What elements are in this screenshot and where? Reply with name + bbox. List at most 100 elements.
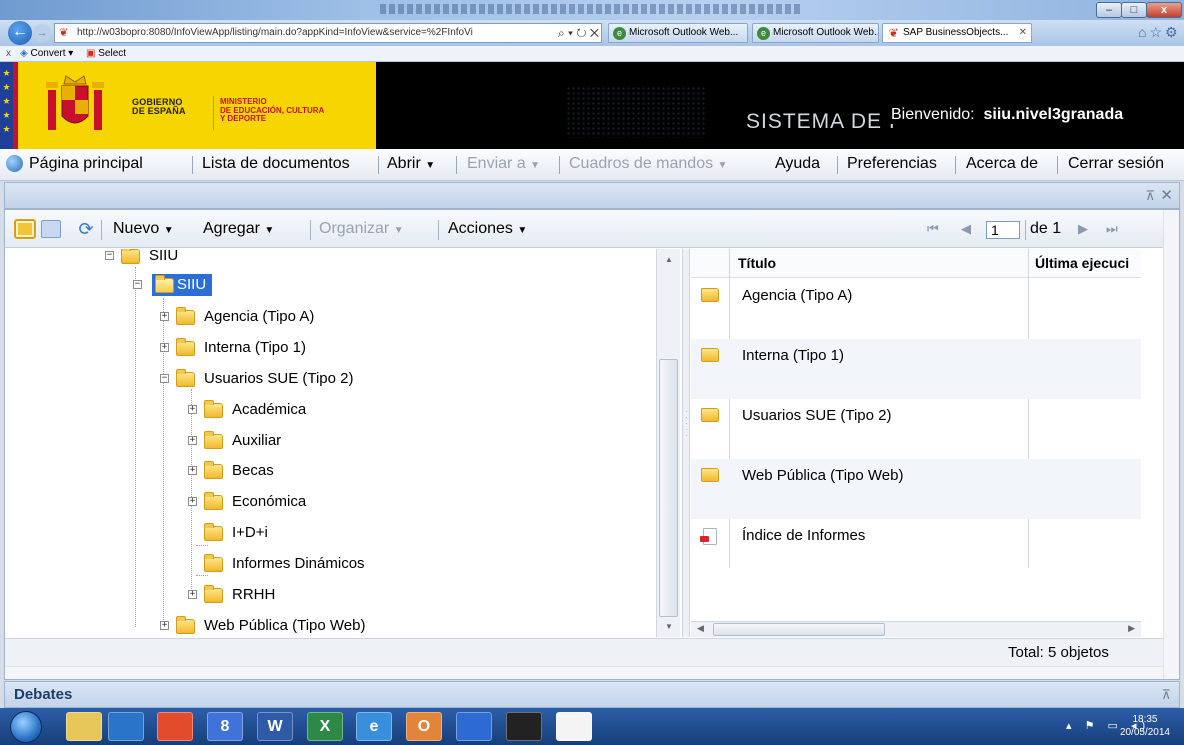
menu-abrir[interactable]: Abrir ▼ xyxy=(387,149,435,181)
select-button[interactable]: ▣ Select xyxy=(86,46,126,61)
menu-preferencias[interactable]: Preferencias xyxy=(847,149,937,179)
taskbar-ie-icon[interactable]: e xyxy=(356,712,392,741)
categories-view-icon[interactable] xyxy=(41,220,61,238)
acciones-menu[interactable]: Acciones ▼ xyxy=(448,210,527,250)
page-count: de 1 xyxy=(1030,220,1062,237)
tree-node-label: Informes Dinámicos xyxy=(232,555,365,572)
sap-favicon-icon: ❦ xyxy=(59,27,69,39)
address-bar[interactable]: ❦ http://w03bopro:8080/InfoViewApp/listi… xyxy=(54,23,602,43)
expand-icon[interactable]: + xyxy=(160,343,169,352)
browser-tab-sap[interactable]: ❦ SAP BusinessObjects... ✕ xyxy=(882,23,1032,43)
last-page-icon[interactable]: ⏭ xyxy=(1106,210,1118,248)
list-item[interactable]: Web Pública (Tipo Web) xyxy=(691,459,1141,519)
taskbar-spotify-icon[interactable] xyxy=(506,712,542,741)
scroll-right-icon[interactable]: ▶ xyxy=(1128,623,1135,634)
menu-abrir-label: Abrir xyxy=(387,155,421,172)
taskbar-explorer-icon[interactable] xyxy=(66,712,102,741)
toolbar-separator xyxy=(1025,220,1026,240)
minimize-button[interactable]: – xyxy=(1096,2,1122,18)
list-item-title[interactable]: Usuarios SUE (Tipo 2) xyxy=(742,407,892,424)
close-window-button[interactable]: x xyxy=(1146,2,1182,18)
list-horizontal-scrollbar[interactable]: ◀ ▶ xyxy=(691,621,1141,637)
taskbar-outlook-icon[interactable]: O xyxy=(406,712,442,741)
expand-icon[interactable]: + xyxy=(188,590,197,599)
close-tab-icon[interactable]: ✕ xyxy=(1019,24,1027,42)
folder-icon xyxy=(701,348,719,362)
menu-cerrar-sesion[interactable]: Cerrar sesión xyxy=(1068,149,1164,179)
expand-icon[interactable]: + xyxy=(188,436,197,445)
pin-icon[interactable]: ⊼ xyxy=(1161,687,1171,703)
browser-tab-outlook-2[interactable]: e Microsoft Outlook Web... xyxy=(752,23,879,43)
collapse-icon[interactable]: − xyxy=(160,374,169,383)
next-page-icon[interactable]: ▶ xyxy=(1078,210,1088,248)
workspace-vertical-scrollbar[interactable] xyxy=(1163,210,1179,679)
collapse-icon[interactable]: − xyxy=(133,280,142,289)
select-icon: ▣ xyxy=(86,48,96,59)
taskbar-acrobat-icon[interactable] xyxy=(556,712,592,741)
column-header-ultima-ejecucion[interactable]: Última ejecuci xyxy=(1035,249,1129,278)
clock[interactable]: 18:35 20/05/2014 xyxy=(1120,713,1170,739)
scroll-thumb[interactable] xyxy=(713,623,885,636)
list-item-title[interactable]: Interna (Tipo 1) xyxy=(742,347,844,364)
expand-icon[interactable]: + xyxy=(188,466,197,475)
scroll-down-icon[interactable]: ▼ xyxy=(665,622,673,631)
taskbar-chrome-icon[interactable] xyxy=(157,712,193,741)
open-folder-icon xyxy=(155,275,174,293)
list-item[interactable]: Interna (Tipo 1) xyxy=(691,339,1141,399)
pane-splitter[interactable]: · · · · · xyxy=(682,249,690,637)
scroll-thumb[interactable] xyxy=(659,359,678,617)
toolbar-separator xyxy=(310,220,311,240)
list-item[interactable]: Índice de Informes xyxy=(691,519,1141,579)
taskbar-word-icon[interactable]: W xyxy=(257,712,293,741)
folders-view-icon[interactable] xyxy=(14,219,36,239)
chevron-down-icon: ▼ xyxy=(163,225,174,236)
tree-scrollbar[interactable]: ▲ ▼ xyxy=(656,249,680,637)
expand-icon[interactable]: + xyxy=(160,621,169,630)
taskbar-app-8-icon[interactable]: 8 xyxy=(207,712,243,741)
expand-icon[interactable]: + xyxy=(188,405,197,414)
previous-page-icon[interactable]: ◀ xyxy=(961,210,971,248)
list-item[interactable]: Usuarios SUE (Tipo 2) xyxy=(691,399,1141,459)
back-button[interactable]: ← xyxy=(8,21,32,45)
list-item[interactable]: Agencia (Tipo A) xyxy=(691,279,1141,339)
address-controls[interactable]: ⌕ ▾ ↻ ✕ xyxy=(554,24,599,42)
menu-lista-de-documentos[interactable]: Lista de documentos xyxy=(202,149,350,179)
gobierno-text: GOBIERNO DE ESPAÑA xyxy=(132,97,186,116)
start-button[interactable] xyxy=(10,711,42,743)
chevron-down-icon: ▼ xyxy=(517,225,528,236)
column-header-titulo[interactable]: Título xyxy=(738,249,776,278)
chevron-down-icon: ▼ xyxy=(425,160,436,171)
nuevo-menu[interactable]: Nuevo ▼ xyxy=(113,210,174,250)
expand-icon[interactable]: + xyxy=(160,312,169,321)
browser-tools-icons[interactable]: ⌂☆⚙ xyxy=(1138,24,1181,41)
taskbar-excel-icon[interactable]: X xyxy=(307,712,343,741)
column-separator xyxy=(729,249,730,278)
taskbar-app-icon[interactable] xyxy=(108,712,144,741)
forward-button[interactable]: → xyxy=(33,24,51,42)
debates-panel-header[interactable]: Debates ⊼ xyxy=(4,681,1180,708)
maximize-button[interactable]: □ xyxy=(1121,2,1147,18)
scroll-left-icon[interactable]: ◀ xyxy=(697,623,704,634)
pin-icon[interactable]: ⊼ xyxy=(1145,188,1155,204)
menu-pagina-principal[interactable]: Página principal xyxy=(29,149,143,179)
convert-button[interactable]: ◈ Convert ▾ xyxy=(20,46,73,61)
list-item-title[interactable]: Web Pública (Tipo Web) xyxy=(742,467,903,484)
close-panel-icon[interactable]: ✕ xyxy=(1160,186,1173,204)
first-page-icon[interactable]: ⏮ xyxy=(927,210,939,248)
refresh-icon[interactable]: ⟳ xyxy=(76,220,96,238)
taskbar-itunes-icon[interactable] xyxy=(456,712,492,741)
folder-icon xyxy=(701,408,719,422)
menu-ayuda[interactable]: Ayuda xyxy=(775,149,820,179)
list-item-title[interactable]: Índice de Informes xyxy=(742,527,865,544)
menu-acerca-de[interactable]: Acerca de xyxy=(966,149,1038,179)
workspace-horizontal-scrollbar[interactable] xyxy=(5,666,1179,679)
collapse-icon[interactable]: − xyxy=(105,251,114,260)
windows-taskbar: 8 W X e O ▴ ⚑ ▭ ◂) 18:35 20/05/2014 xyxy=(0,708,1184,745)
close-toolbar-icon[interactable]: x xyxy=(6,46,11,61)
browser-tab-outlook-1[interactable]: e Microsoft Outlook Web... xyxy=(608,23,748,43)
page-number-input[interactable]: 1 xyxy=(986,221,1020,239)
list-item-title[interactable]: Agencia (Tipo A) xyxy=(742,287,852,304)
expand-icon[interactable]: + xyxy=(188,497,197,506)
agregar-menu[interactable]: Agregar ▼ xyxy=(203,210,274,250)
scroll-up-icon[interactable]: ▲ xyxy=(665,255,673,264)
